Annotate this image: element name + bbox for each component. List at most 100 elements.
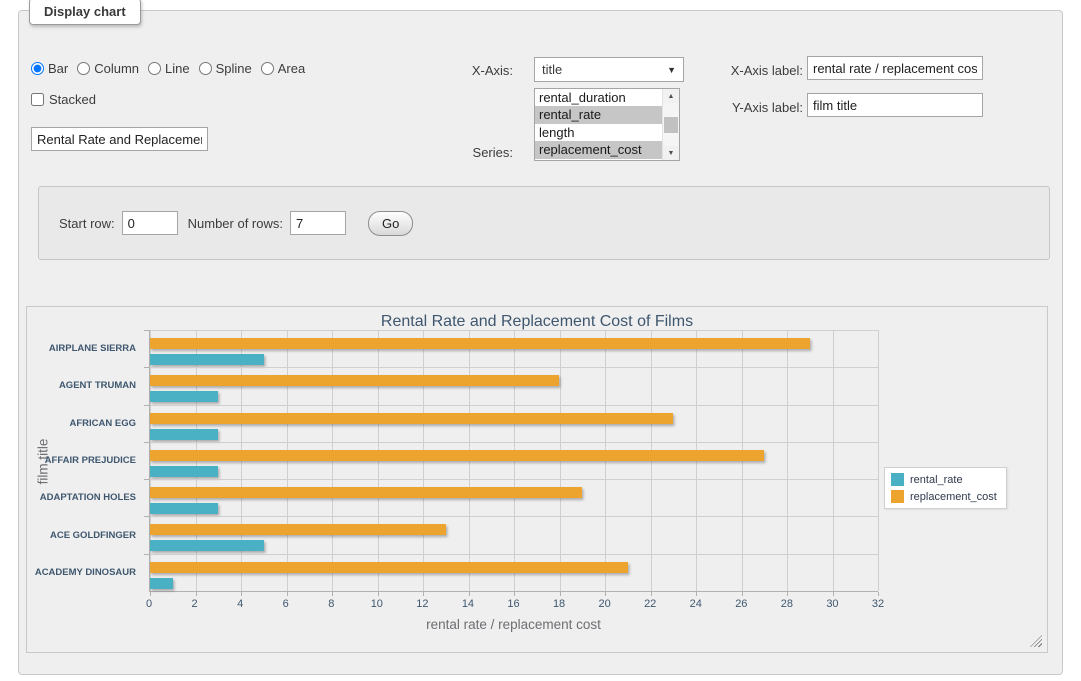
stacked-option[interactable]: Stacked	[31, 92, 96, 107]
x-tick-label: 12	[416, 598, 428, 610]
tick-mark	[651, 592, 652, 596]
chart-type-option-bar[interactable]: Bar	[31, 61, 68, 76]
radio-area[interactable]	[261, 62, 274, 75]
legend-swatch-icon	[891, 490, 904, 503]
x-tick-label: 24	[690, 598, 702, 610]
radio-label-bar: Bar	[48, 61, 68, 76]
bar-rental_rate[interactable]	[150, 354, 264, 365]
num-rows-label: Number of rows:	[188, 216, 283, 231]
category-row	[150, 479, 878, 516]
series-option-rental_duration[interactable]: rental_duration	[535, 89, 662, 106]
x-axis-select[interactable]: title ▼	[534, 57, 684, 82]
x-axis-ticks: 02468101214161820222426283032	[149, 598, 878, 612]
bar-rental_rate[interactable]	[150, 540, 264, 551]
x-tick-label: 8	[328, 598, 334, 610]
series-option-rental_rate[interactable]: rental_rate	[535, 106, 662, 123]
listbox-scrollbar[interactable]: ▲ ▼	[662, 89, 679, 160]
radio-label-area: Area	[278, 61, 305, 76]
radio-line[interactable]	[148, 62, 161, 75]
tick-mark	[423, 592, 424, 596]
series-option-length[interactable]: length	[535, 124, 662, 141]
category-row	[150, 442, 878, 479]
scrollbar-thumb[interactable]	[664, 117, 678, 133]
tick-mark	[332, 592, 333, 596]
x-tick-label: 30	[826, 598, 838, 610]
bar-replacement_cost[interactable]	[150, 562, 628, 573]
scroll-up-icon[interactable]: ▲	[663, 89, 679, 103]
series-options: rental_durationrental_ratelengthreplacem…	[535, 89, 662, 160]
legend-item-replacement_cost[interactable]: replacement_cost	[891, 490, 997, 503]
chart-type-option-area[interactable]: Area	[261, 61, 305, 76]
tick-mark	[378, 592, 379, 596]
radio-column[interactable]	[77, 62, 90, 75]
y-axis-label-label: Y-Axis label:	[704, 100, 803, 115]
bar-rental_rate[interactable]	[150, 578, 173, 589]
legend-swatch-icon	[891, 473, 904, 486]
tick-mark	[287, 592, 288, 596]
plot-area	[149, 330, 878, 592]
chart-title: Rental Rate and Replacement Cost of Film…	[27, 313, 1047, 331]
category-row	[150, 405, 878, 442]
tick-mark	[787, 592, 788, 596]
tick-mark	[833, 592, 834, 596]
x-tick-label: 32	[872, 598, 884, 610]
chevron-down-icon: ▼	[667, 65, 676, 75]
bar-rental_rate[interactable]	[150, 429, 218, 440]
category-row	[150, 516, 878, 553]
x-tick-label: 14	[462, 598, 474, 610]
x-tick-label: 28	[781, 598, 793, 610]
stacked-checkbox[interactable]	[31, 93, 44, 106]
bar-rental_rate[interactable]	[150, 466, 218, 477]
category-row	[150, 367, 878, 404]
category-label: AFRICAN EGG	[27, 418, 136, 429]
bar-replacement_cost[interactable]	[150, 375, 559, 386]
gridline	[878, 330, 879, 591]
stacked-label: Stacked	[49, 92, 96, 107]
start-row-label: Start row:	[59, 216, 115, 231]
category-label: AFFAIR PREJUDICE	[27, 455, 136, 466]
tick-mark	[469, 592, 470, 596]
radio-spline[interactable]	[199, 62, 212, 75]
tick-mark	[241, 592, 242, 596]
bar-replacement_cost[interactable]	[150, 338, 810, 349]
chart-title-input[interactable]	[31, 127, 208, 151]
bar-replacement_cost[interactable]	[150, 413, 673, 424]
category-label: ACE GOLDFINGER	[27, 530, 136, 541]
bar-rental_rate[interactable]	[150, 503, 218, 514]
series-option-replacement_cost[interactable]: replacement_cost	[535, 141, 662, 158]
go-button[interactable]: Go	[368, 211, 413, 236]
x-tick-label: 2	[192, 598, 198, 610]
display-chart-panel: Display chart BarColumnLineSplineArea St…	[18, 10, 1063, 675]
num-rows-input[interactable]	[290, 211, 346, 235]
series-select-label: Series:	[439, 145, 513, 160]
tick-mark	[150, 592, 151, 596]
x-axis-selected-value: title	[542, 62, 562, 77]
start-row-input[interactable]	[122, 211, 178, 235]
tick-mark	[742, 592, 743, 596]
bar-replacement_cost[interactable]	[150, 524, 446, 535]
x-tick-label: 26	[735, 598, 747, 610]
tick-mark	[514, 592, 515, 596]
category-labels: AIRPLANE SIERRAAGENT TRUMANAFRICAN EGGAF…	[27, 330, 142, 592]
series-listbox[interactable]: rental_durationrental_ratelengthreplacem…	[534, 88, 680, 161]
x-tick-label: 16	[507, 598, 519, 610]
category-label: AGENT TRUMAN	[27, 380, 136, 391]
radio-label-column: Column	[94, 61, 139, 76]
legend-item-rental_rate[interactable]: rental_rate	[891, 473, 997, 486]
chart-type-option-spline[interactable]: Spline	[199, 61, 252, 76]
y-axis-label-input[interactable]	[807, 93, 983, 117]
bar-replacement_cost[interactable]	[150, 487, 582, 498]
resize-handle-icon[interactable]	[1030, 635, 1042, 647]
chart-type-option-line[interactable]: Line	[148, 61, 190, 76]
x-axis-label-label: X-Axis label:	[704, 63, 803, 78]
x-tick-label: 18	[553, 598, 565, 610]
tick-mark	[878, 592, 879, 596]
legend-label: rental_rate	[910, 474, 963, 486]
bar-replacement_cost[interactable]	[150, 450, 764, 461]
chart-type-option-column[interactable]: Column	[77, 61, 139, 76]
radio-bar[interactable]	[31, 62, 44, 75]
x-axis-label-input[interactable]	[807, 56, 983, 80]
bar-rental_rate[interactable]	[150, 391, 218, 402]
scroll-down-icon[interactable]: ▼	[663, 146, 679, 160]
scrollbar-track[interactable]	[663, 103, 679, 146]
